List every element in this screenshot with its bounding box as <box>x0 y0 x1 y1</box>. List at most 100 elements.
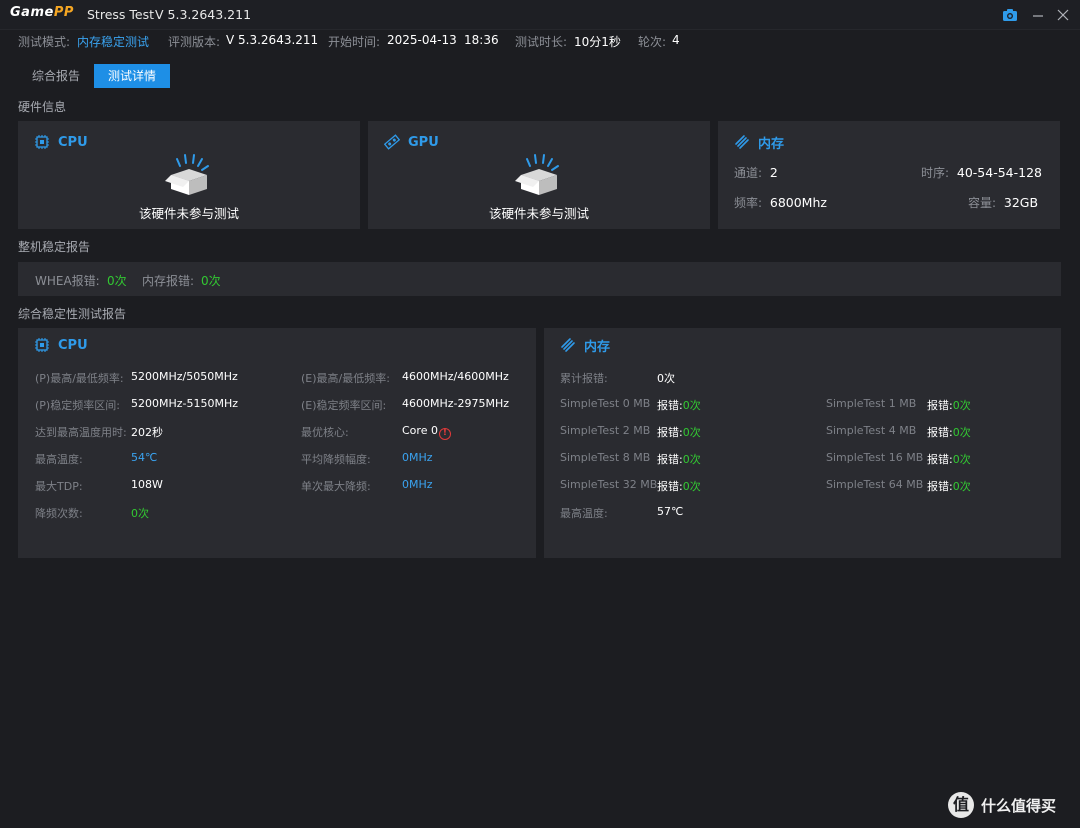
memory-card-header: 内存 <box>734 134 785 152</box>
memtest-name: SimpleTest 64 MB <box>826 478 924 491</box>
cpu-max-temp-row: 最高温度: 54℃ <box>35 451 157 467</box>
memtest-name: SimpleTest 1 MB <box>826 397 917 410</box>
duration-label: 测试时长: <box>515 35 568 49</box>
memory-card-title: 内存 <box>758 136 785 152</box>
kv-label: 最优核心: <box>301 426 349 439</box>
title-bar: GamePP Stress Test V 5.3.2643.211 <box>0 0 1080 30</box>
memory-report-header: 内存 <box>560 337 611 355</box>
error-label: 报错: <box>657 399 683 412</box>
kv-label: 达到最高温度用时: <box>35 426 127 439</box>
app-title: Stress Test <box>87 7 155 22</box>
memory-channel-label: 通道: <box>734 166 763 180</box>
kv-label: 平均降频幅度: <box>301 453 371 466</box>
gpu-not-tested-text: 该硬件未参与测试 <box>488 206 589 221</box>
cpu-max-single-throttle-row: 单次最大降频: 0MHz <box>301 478 433 494</box>
app-version: V 5.3.2643.211 <box>155 7 252 22</box>
memory-error-value: 0次 <box>201 274 221 288</box>
stability-section-title: 整机稳定报告 <box>18 240 91 254</box>
memtest-name: SimpleTest 16 MB <box>826 451 924 464</box>
memtest-row: SimpleTest 0 MB 报错:0次 <box>560 397 701 412</box>
whea-error-label: WHEA报错: <box>35 274 100 288</box>
memory-total-error-row: 累计报错: 0次 <box>560 370 675 386</box>
cpu-report-title: CPU <box>58 337 88 353</box>
memtest-result: 报错:0次 <box>927 397 971 413</box>
cpu-report-header: CPU <box>34 337 88 353</box>
kv-value: 0MHz <box>402 451 433 464</box>
start-date-value: 2025-04-13 <box>387 33 457 47</box>
memtest-name: SimpleTest 8 MB <box>560 451 651 464</box>
cpu-not-tested-text: 该硬件未参与测试 <box>138 206 239 221</box>
duration-value: 10分1秒 <box>574 35 621 49</box>
hardware-card-memory: 内存 通道: 2 时序: 40-54-54-128 频率: 6800Mhz 容量… <box>718 121 1060 229</box>
gamepp-logo: GamePP <box>10 5 74 20</box>
memtest-row: SimpleTest 8 MB 报错:0次 <box>560 451 701 466</box>
memtest-result: 报错:0次 <box>657 424 701 440</box>
error-count: 0次 <box>952 480 971 493</box>
gpu-card-title: GPU <box>408 134 439 150</box>
screenshot-camera-icon[interactable] <box>1002 7 1018 23</box>
memory-error-label: 内存报错: <box>142 274 195 288</box>
kv-value: 4600MHz-2975MHz <box>402 397 510 410</box>
error-count: 0次 <box>682 399 701 412</box>
minimize-icon[interactable] <box>1030 7 1046 23</box>
tab-test-details[interactable]: 测试详情 <box>94 64 170 88</box>
memory-stick-icon <box>561 338 575 352</box>
cpu-max-tdp-row: 最大TDP: 108W <box>35 478 163 494</box>
memtest-row: SimpleTest 64 MB 报错:0次 <box>826 478 971 493</box>
memory-capacity-row: 容量: 32GB <box>968 194 1038 211</box>
memory-timing-label: 时序: <box>921 166 950 180</box>
memory-frequency-value: 6800Mhz <box>769 195 827 210</box>
error-label: 报错: <box>927 453 953 466</box>
kv-value: 54℃ <box>131 451 158 464</box>
memtest-result: 报错:0次 <box>927 424 971 440</box>
logo-text-pp: PP <box>53 5 74 20</box>
memtest-result: 报错:0次 <box>657 478 701 494</box>
not-tested-box-icon <box>515 154 559 195</box>
kv-value: 0次 <box>131 507 149 520</box>
error-count: 0次 <box>682 453 701 466</box>
error-label: 报错: <box>927 426 953 439</box>
rounds-value: 4 <box>672 33 680 47</box>
kv-value: 5200MHz-5150MHz <box>131 397 239 410</box>
report-card-memory: 内存 累计报错: 0次 SimpleTest 0 MB 报错:0次 Simple… <box>544 328 1061 558</box>
watermark-logo-icon: 值 <box>948 792 974 818</box>
kv-value: Core 0 <box>402 424 438 437</box>
error-label: 报错: <box>927 399 953 412</box>
kv-value: 0MHz <box>402 478 433 491</box>
memory-report-title: 内存 <box>584 339 611 355</box>
kv-value: 202秒 <box>131 426 163 439</box>
close-icon[interactable] <box>1055 7 1071 23</box>
cpu-throttle-count-row: 降频次数: 0次 <box>35 505 149 521</box>
cpu-card-header: CPU <box>34 134 88 150</box>
error-count: 0次 <box>682 426 701 439</box>
tab-summary-report[interactable]: 综合报告 <box>24 64 88 88</box>
hardware-card-cpu: CPU 该硬件未参与测试 <box>18 121 360 229</box>
report-section-title: 综合稳定性测试报告 <box>18 307 127 321</box>
memtest-name: SimpleTest 0 MB <box>560 397 651 410</box>
watermark-text: 什么值得买 <box>981 796 1057 815</box>
cpu-time-to-max-temp-row: 达到最高温度用时: 202秒 <box>35 424 163 440</box>
kv-label: 最大TDP: <box>35 480 83 493</box>
cpu-avg-throttle-row: 平均降频幅度: 0MHz <box>301 451 433 467</box>
eval-version-value: V 5.3.2643.211 <box>226 33 319 47</box>
kv-label: 单次最大降频: <box>301 480 371 493</box>
eval-version-label: 评测版本: <box>168 35 221 49</box>
memtest-name: SimpleTest 4 MB <box>826 424 917 437</box>
start-time-value: 18:36 <box>464 33 499 47</box>
warning-icon: ! <box>438 428 451 440</box>
stability-summary-bar: WHEA报错: 0次 内存报错: 0次 <box>18 262 1061 296</box>
rounds-label: 轮次: <box>638 35 667 49</box>
hardware-card-gpu: GPU 该硬件未参与测试 <box>368 121 710 229</box>
memtest-result: 报错:0次 <box>657 451 701 467</box>
error-label: 报错: <box>657 480 683 493</box>
memtest-result: 报错:0次 <box>927 451 971 467</box>
kv-label: 最高温度: <box>560 507 608 520</box>
error-count: 0次 <box>952 399 971 412</box>
error-count: 0次 <box>952 453 971 466</box>
memory-frequency-row: 频率: 6800Mhz <box>734 194 827 211</box>
memory-capacity-value: 32GB <box>1003 195 1039 210</box>
kv-label: 降频次数: <box>35 507 83 520</box>
memory-timing-row: 时序: 40-54-54-128 <box>921 164 1042 181</box>
memtest-row: SimpleTest 16 MB 报错:0次 <box>826 451 971 466</box>
error-count: 0次 <box>952 426 971 439</box>
